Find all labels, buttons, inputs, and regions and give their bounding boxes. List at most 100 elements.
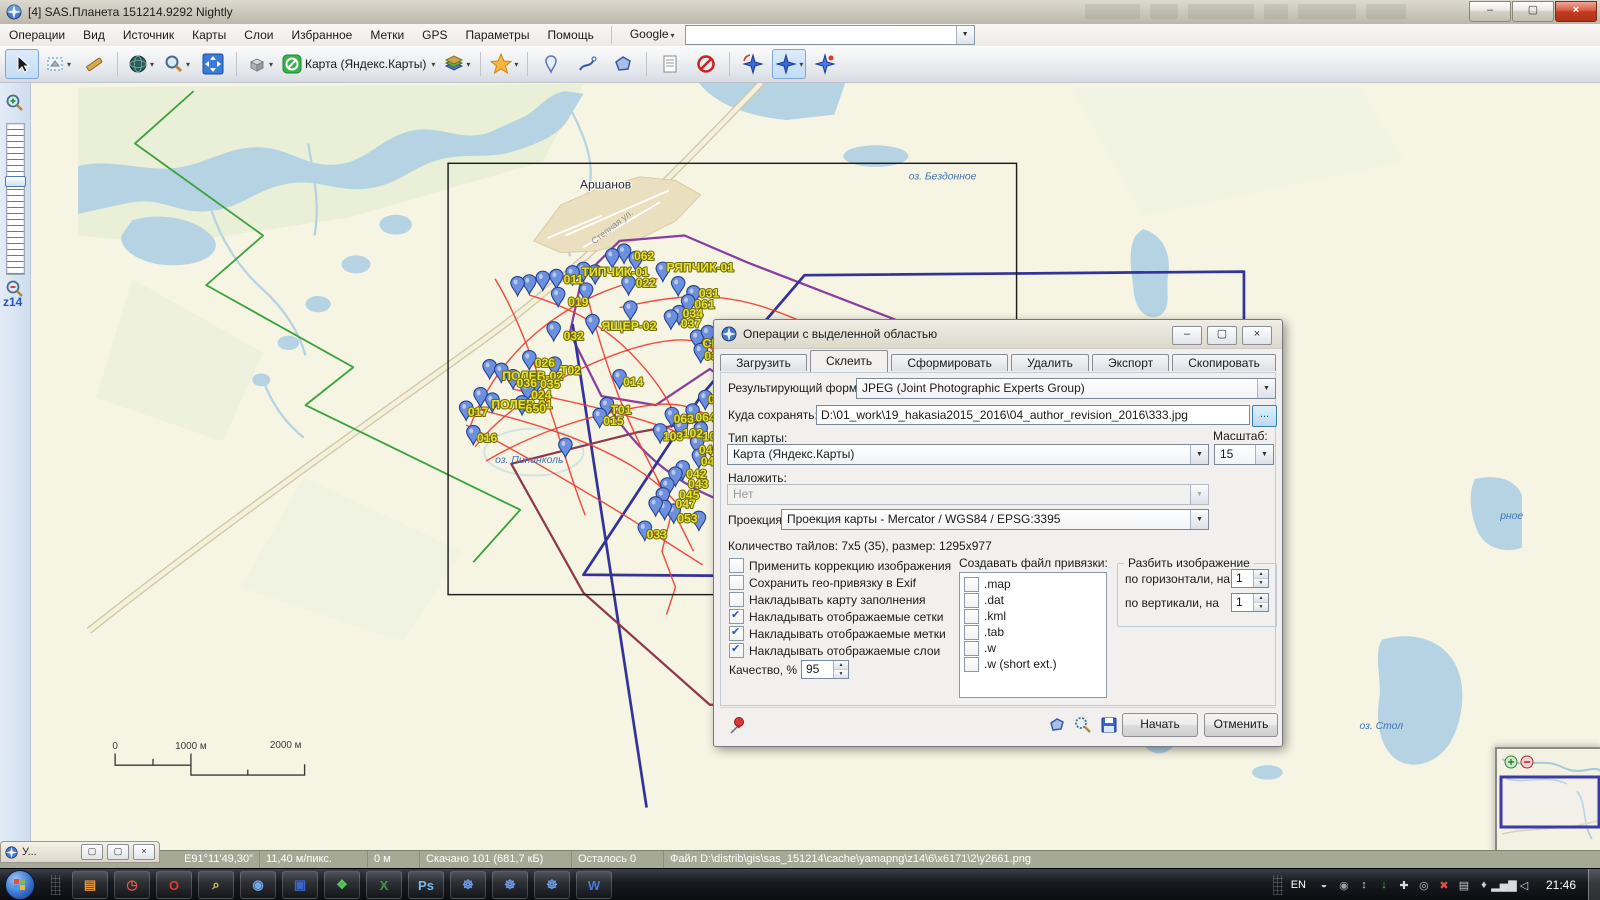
google-search-box[interactable]: ▼ — [685, 25, 975, 45]
quality-spinner[interactable]: 95 ▲▼ — [801, 660, 849, 679]
tool-cursor[interactable] — [5, 49, 39, 79]
menu-Карты[interactable]: Карты — [183, 25, 235, 46]
checkbox-icon[interactable] — [729, 575, 744, 590]
checkbox-icon[interactable] — [964, 657, 979, 672]
tray-app-3-icon[interactable]: ↕ — [1355, 876, 1373, 894]
dialog-titlebar[interactable]: Операции с выделенной областью – ▢ × — [714, 320, 1282, 349]
georef-item[interactable]: .kml — [964, 608, 1102, 624]
tool-placemark[interactable] — [534, 49, 568, 79]
taskbar-green-map-icon[interactable]: ❖ — [324, 871, 360, 899]
spin-down-icon[interactable]: ▼ — [1254, 603, 1268, 611]
go-to-selection-icon[interactable] — [1048, 716, 1066, 734]
menu-GPS[interactable]: GPS — [413, 25, 456, 46]
georef-item[interactable]: .w (short ext.) — [964, 656, 1102, 672]
tool-polygon[interactable] — [606, 49, 640, 79]
close-button[interactable]: × — [1555, 1, 1597, 22]
tray-app-1-icon[interactable]: ◒ — [1315, 876, 1333, 894]
tool-path[interactable] — [570, 49, 604, 79]
cancel-button[interactable]: Отменить — [1204, 713, 1278, 737]
tool-favorites[interactable]: ▾ — [487, 49, 521, 79]
tray-app-2-icon[interactable]: ◉ — [1335, 876, 1353, 894]
checkbox-icon[interactable] — [729, 643, 744, 658]
zoom-slider[interactable] — [6, 123, 25, 275]
menu-Метки[interactable]: Метки — [361, 25, 413, 46]
split-v-spinner[interactable]: 1 ▲▼ — [1231, 593, 1269, 612]
chevron-down-icon[interactable]: ▼ — [1257, 379, 1275, 398]
tool-hide-marks[interactable] — [689, 49, 723, 79]
georef-item[interactable]: .w — [964, 640, 1102, 656]
spin-up-icon[interactable]: ▲ — [1254, 570, 1268, 579]
app-titlebar[interactable]: [4] SAS.Планета 151214.9292 Nightly – ▢ … — [0, 0, 1600, 25]
georef-listbox[interactable]: .map.dat.kml.tab.w.w (short ext.) — [959, 572, 1107, 698]
spin-up-icon[interactable]: ▲ — [1254, 594, 1268, 603]
start-button[interactable]: Начать — [1122, 713, 1198, 737]
taskbar-sas-planet-2-icon[interactable]: ☸ — [492, 871, 528, 899]
taskbar-opera-icon[interactable]: O — [156, 871, 192, 899]
tool-layers[interactable]: ▾ — [440, 49, 474, 79]
menu-Избранное[interactable]: Избранное — [282, 25, 361, 46]
tray-volume-icon[interactable]: ◁ — [1515, 876, 1533, 894]
tool-globe[interactable]: ▾ — [124, 49, 158, 79]
split-h-spinner[interactable]: 1 ▲▼ — [1231, 569, 1269, 588]
option-row[interactable]: Сохранить гео-привязку в Exif — [729, 574, 951, 591]
tray-app-6-icon[interactable]: ▤ — [1455, 876, 1473, 894]
taskbar-sas-planet-1-icon[interactable]: ☸ — [450, 871, 486, 899]
tray-app-5-icon[interactable]: ◎ — [1415, 876, 1433, 894]
checkbox-icon[interactable] — [964, 641, 979, 656]
minimized-close-button[interactable]: × — [133, 844, 155, 860]
format-combobox[interactable]: JPEG (Joint Photographic Experts Group)▼ — [856, 378, 1276, 399]
checkbox-icon[interactable] — [964, 593, 979, 608]
taskbar-clock-app-icon[interactable]: ◷ — [114, 871, 150, 899]
menu-Параметры[interactable]: Параметры — [457, 25, 539, 46]
search-dropdown-button[interactable]: ▼ — [956, 26, 974, 44]
tool-download-tiles[interactable]: ▾ — [243, 49, 277, 79]
projection-combobox[interactable]: Проекция карты - Mercator / WGS84 / EPSG… — [781, 509, 1209, 530]
minimized-window[interactable]: У... ▢ ▢ × — [0, 841, 160, 863]
georef-item[interactable]: .dat — [964, 592, 1102, 608]
minimize-button[interactable]: – — [1469, 1, 1511, 22]
menu-Вид[interactable]: Вид — [74, 25, 114, 46]
tray-green-arrow-icon[interactable]: ↓ — [1375, 876, 1393, 894]
menu-Слои[interactable]: Слои — [235, 25, 282, 46]
tool-gps-connect[interactable]: ▾ — [772, 49, 806, 79]
menu-Источник[interactable]: Источник — [114, 25, 183, 46]
restore-button[interactable]: ▢ — [1512, 1, 1554, 22]
menu-Помощь[interactable]: Помощь — [538, 25, 602, 46]
taskbar-save-tool-icon[interactable]: ▣ — [282, 871, 318, 899]
chevron-down-icon[interactable]: ▼ — [1190, 510, 1208, 529]
tray-app-4-icon[interactable]: ✚ — [1395, 876, 1413, 894]
option-row[interactable]: Накладывать карту заполнения — [729, 591, 951, 608]
taskbar-sas-planet-3-icon[interactable]: ☸ — [534, 871, 570, 899]
checkbox-icon[interactable] — [964, 577, 979, 592]
browse-button[interactable]: ... — [1252, 405, 1277, 427]
scale-combobox[interactable]: 15▼ — [1214, 444, 1274, 465]
tool-zoom[interactable]: ▾ — [160, 49, 194, 79]
zoom-slider-handle[interactable] — [5, 176, 26, 187]
chevron-down-icon[interactable]: ▼ — [1190, 445, 1208, 464]
tool-placemark-list[interactable] — [653, 49, 687, 79]
georef-item[interactable]: .tab — [964, 624, 1102, 640]
tab-Склеить[interactable]: Склеить — [810, 350, 888, 372]
tool-fullscreen[interactable] — [196, 49, 230, 79]
overview-extent-rect[interactable] — [1501, 777, 1599, 827]
minimized-restore-button[interactable]: ▢ — [81, 844, 103, 860]
map-source-button[interactable]: Карта (Яндекс.Карты) ▾ — [279, 49, 438, 79]
tab-Сформировать[interactable]: Сформировать — [891, 354, 1008, 371]
tool-ruler[interactable] — [77, 49, 111, 79]
dialog-close-button[interactable]: × — [1242, 326, 1272, 345]
pin-icon[interactable] — [728, 716, 746, 734]
show-desktop-button[interactable] — [1588, 869, 1600, 900]
taskbar-excel-icon[interactable]: X — [366, 871, 402, 899]
tool-select-area[interactable]: ▾ — [41, 49, 75, 79]
option-row[interactable]: Накладывать отображаемые метки — [729, 625, 951, 642]
tab-Загрузить[interactable]: Загрузить — [720, 354, 807, 371]
chevron-down-icon[interactable]: ▼ — [1255, 445, 1273, 464]
taskbar-photoshop-icon[interactable]: Ps — [408, 871, 444, 899]
spin-down-icon[interactable]: ▼ — [834, 670, 848, 678]
map-type-combobox[interactable]: Карта (Яндекс.Карты)▼ — [727, 444, 1209, 465]
option-row[interactable]: Применить коррекцию изображения — [729, 557, 951, 574]
tray-signal-icon[interactable]: ▂▅▇ — [1495, 876, 1513, 894]
tab-Удалить[interactable]: Удалить — [1011, 354, 1089, 371]
tray-red-x-icon[interactable]: ✖ — [1435, 876, 1453, 894]
spin-down-icon[interactable]: ▼ — [1254, 579, 1268, 587]
